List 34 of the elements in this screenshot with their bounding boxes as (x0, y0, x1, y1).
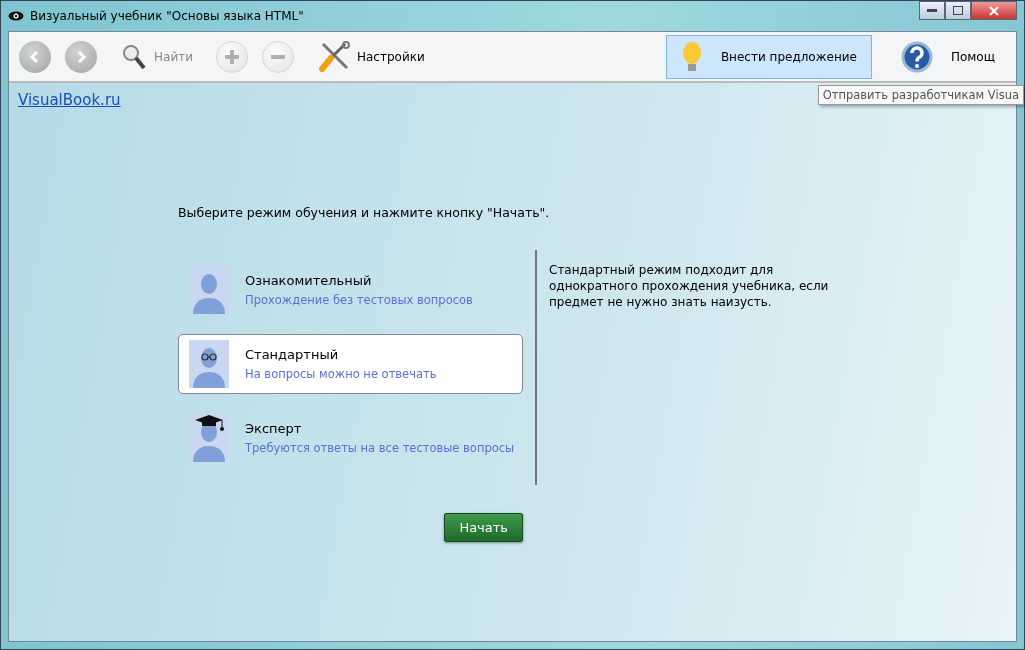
site-link[interactable]: VisualBook.ru (18, 91, 121, 109)
minimize-icon (927, 8, 937, 13)
mode-description: На вопросы можно не отвечать (245, 367, 437, 381)
window-title: Визуальный учебник "Основы языка HTML" (30, 9, 304, 23)
minimize-button[interactable] (919, 1, 945, 20)
mode-title: Стандартный (245, 347, 340, 362)
minus-icon (269, 54, 286, 59)
maximize-icon (953, 6, 963, 15)
tooltip: Отправить разработчикам Visua (817, 85, 1024, 105)
instruction-text: Выберите режим обучения и нажмите кнопку "Начать". (178, 205, 551, 220)
settings-button[interactable]: Настройки (307, 34, 434, 79)
mode-title: Эксперт (245, 421, 303, 436)
lightbulb-icon (680, 40, 703, 73)
start-button[interactable]: Начать (444, 513, 523, 542)
app-eye-icon (8, 11, 24, 21)
graduate-avatar-icon (189, 414, 229, 462)
maximize-button[interactable] (945, 1, 971, 20)
avatar-icon (189, 266, 229, 314)
wrench-screwdriver-icon (316, 39, 351, 74)
close-button[interactable] (971, 1, 1017, 20)
avatar-with-glasses-icon (189, 340, 229, 388)
search-icon (120, 42, 148, 71)
plus-icon (223, 48, 240, 65)
mode-option[interactable]: Ознакомительный Прохождение без тестовых вопросов (178, 260, 523, 320)
mode-option[interactable]: Стандартный На вопросы можно не отвечать (178, 334, 523, 394)
help-button[interactable]: Помощ (885, 34, 1010, 79)
mode-option[interactable]: Эксперт Требуются ответы на все тестовые вопросы (178, 408, 523, 468)
close-icon (989, 5, 999, 16)
mode-explanation: Стандартный режим подходит для однократного прохождения учебника, если предмет не нужно знать наизусть. (549, 262, 830, 311)
mode-title: Ознакомительный (245, 273, 373, 288)
mode-description: Прохождение без тестовых вопросов (245, 293, 473, 307)
suggestion-button[interactable]: Внести предложение (665, 34, 872, 79)
help-icon (900, 40, 933, 73)
mode-description: Требуются ответы на все тестовые вопросы (245, 441, 515, 455)
